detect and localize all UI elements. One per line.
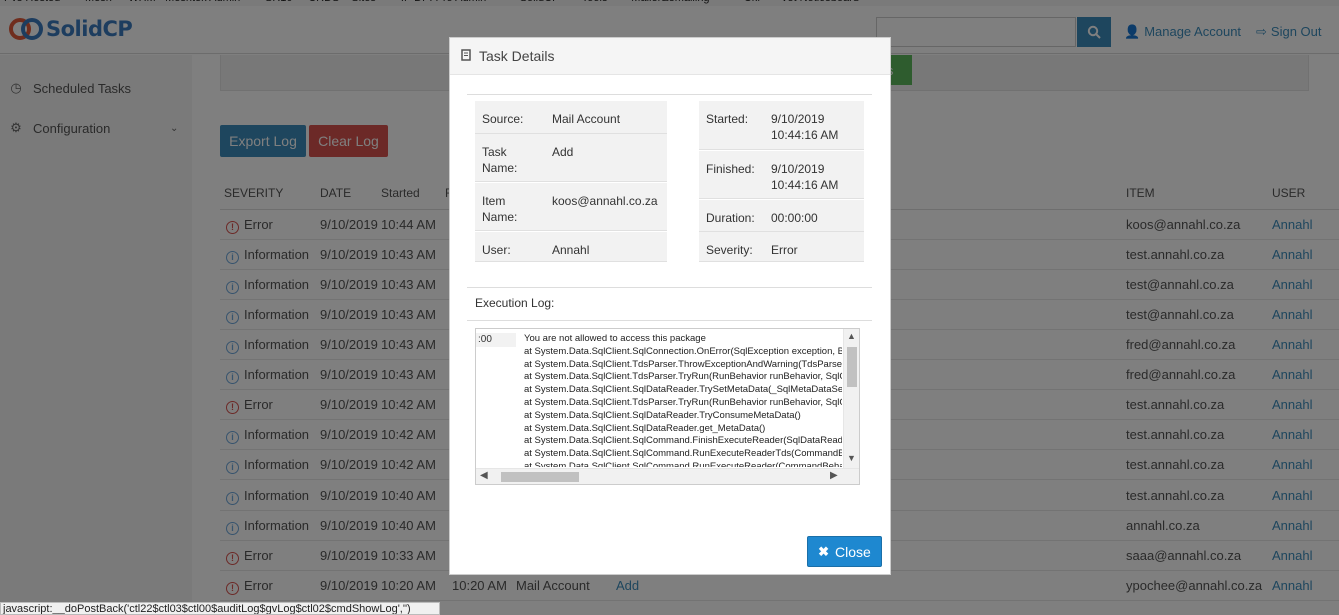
browser-status-bar: javascript:__doPostBack('ctl22$ctl03$ctl… xyxy=(0,602,440,615)
log-line: at System.Data.SqlClient.TdsParser.Throw… xyxy=(524,358,842,370)
detail-value: koos@annahl.co.za xyxy=(552,194,658,208)
log-horizontal-scrollbar[interactable]: ◀ ▶ xyxy=(476,468,859,484)
log-lines: You are not allowed to access this packa… xyxy=(524,333,842,467)
detail-key: Severity: xyxy=(706,243,753,257)
log-line: at System.Data.SqlClient.SqlCommand.RunE… xyxy=(524,448,842,460)
log-line: at System.Data.SqlClient.SqlCommand.Fini… xyxy=(524,435,842,447)
detail-value: Error xyxy=(771,243,798,257)
detail-value: 00:00:00 xyxy=(771,211,818,225)
detail-key: Finished: xyxy=(706,162,755,176)
detail-user: User: Annahl xyxy=(475,232,667,262)
detail-finished: Finished: 9/10/2019 10:44:16 AM xyxy=(699,151,864,199)
detail-value: 9/10/2019 10:44:16 AM xyxy=(771,112,839,142)
detail-key: Duration: xyxy=(706,211,755,225)
detail-value: Annahl xyxy=(552,243,590,257)
close-button[interactable]: ✖ Close xyxy=(807,536,882,567)
modal-title: Task Details xyxy=(479,48,555,64)
detail-key: Started: xyxy=(706,112,749,126)
detail-task-name: Task Name: Add xyxy=(475,134,667,182)
execution-log-box[interactable]: :00 You are not allowed to access this p… xyxy=(475,328,860,485)
detail-key: Source: xyxy=(482,112,524,126)
scroll-up-icon[interactable]: ▲ xyxy=(847,331,856,341)
log-line: at System.Data.SqlClient.SqlDataReader.g… xyxy=(524,422,766,434)
detail-value: 9/10/2019 10:44:16 AM xyxy=(771,162,839,192)
task-details-modal: Task Details Source: Mail Account Task N… xyxy=(449,37,891,575)
detail-source: Source: Mail Account xyxy=(475,101,667,134)
log-line: at System.Data.SqlClient.TdsParser.TryRu… xyxy=(524,371,842,383)
detail-value: Add xyxy=(552,145,574,159)
log-line: at System.Data.SqlClient.SqlConnection.O… xyxy=(524,345,842,357)
log-line: at System.Data.SqlClient.TdsParser.TryRu… xyxy=(524,396,842,408)
log-line: at System.Data.SqlClient.SqlDataReader.T… xyxy=(524,409,801,421)
log-line: at System.Data.SqlClient.SqlCommand.RunE… xyxy=(524,460,842,467)
detail-key: Item Name: xyxy=(482,194,518,224)
log-timestamp: :00 xyxy=(476,333,516,347)
divider xyxy=(467,94,872,95)
detail-key: Task Name: xyxy=(482,145,518,175)
log-vertical-scrollbar[interactable]: ▲ ▼ xyxy=(843,329,859,470)
detail-severity: Severity: Error xyxy=(699,232,864,262)
close-icon: ✖ xyxy=(818,543,830,559)
divider xyxy=(467,320,872,321)
scroll-thumb[interactable] xyxy=(847,347,857,387)
divider xyxy=(467,287,872,288)
detail-value: Mail Account xyxy=(552,112,621,126)
log-line: at System.Data.SqlClient.SqlDataReader.T… xyxy=(524,384,842,396)
close-button-label: Close xyxy=(835,543,871,560)
log-line: You are not allowed to access this packa… xyxy=(524,333,706,344)
detail-item-name: Item Name: koos@annahl.co.za xyxy=(475,183,667,231)
detail-key: User: xyxy=(482,243,511,257)
scroll-right-icon[interactable]: ▶ xyxy=(830,470,838,481)
scroll-left-icon[interactable]: ◀ xyxy=(480,470,488,481)
scroll-down-icon[interactable]: ▼ xyxy=(847,453,856,463)
scroll-thumb[interactable] xyxy=(501,472,579,482)
execution-log-label: Execution Log: xyxy=(475,296,555,310)
detail-started: Started: 9/10/2019 10:44:16 AM xyxy=(699,101,864,150)
detail-duration: Duration: 00:00:00 xyxy=(699,200,864,232)
modal-header: Task Details xyxy=(450,38,890,75)
book-icon xyxy=(460,48,472,64)
